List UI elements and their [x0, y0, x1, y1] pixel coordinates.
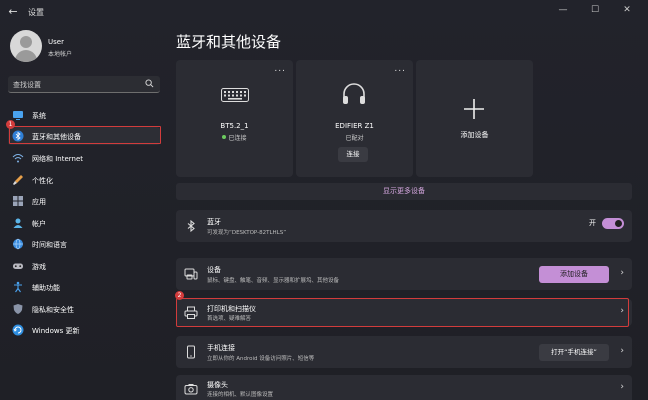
devices-icon: [184, 268, 198, 280]
account-icon: [13, 218, 23, 228]
page-title: 蓝牙和其他设备: [176, 33, 282, 51]
device-name: BT5.2_1: [220, 122, 249, 130]
device-card[interactable]: ... BT5.2_1 已连接: [176, 60, 293, 177]
sidebar-item-accounts[interactable]: 帐户: [8, 214, 160, 232]
camera-icon: [184, 384, 198, 395]
sidebar-item-personalization[interactable]: 个性化: [8, 171, 160, 189]
bluetooth-subtitle: 可发现为“DESKTOP-82TLHLS”: [207, 230, 287, 236]
show-more-devices-button[interactable]: 显示更多设备: [176, 183, 632, 200]
device-status-text: 已连接: [228, 135, 247, 142]
sidebar-item-system[interactable]: 系统: [8, 106, 160, 124]
plus-icon: [464, 99, 484, 119]
sidebar-item-label: 网络和 Internet: [32, 155, 84, 163]
camera-subtitle: 连接的相机、默认图像设置: [207, 392, 274, 398]
sidebar-item-windows-update[interactable]: Windows 更新: [8, 321, 160, 339]
maximize-button[interactable]: ☐: [580, 2, 610, 18]
sidebar-item-label: 个性化: [32, 177, 53, 185]
bluetooth-row: 蓝牙 可发现为“DESKTOP-82TLHLS” 开: [176, 210, 632, 242]
devices-title: 设备: [207, 266, 221, 274]
app-title: 设置: [28, 8, 44, 17]
bluetooth-toggle[interactable]: [602, 218, 624, 229]
camera-title: 摄像头: [207, 381, 228, 389]
sidebar-item-network[interactable]: 网络和 Internet: [8, 149, 160, 167]
device-name: EDIFIER Z1: [335, 122, 374, 130]
sidebar-item-label: 时间和语言: [32, 241, 67, 249]
sidebar-item-accessibility[interactable]: 辅助功能: [8, 278, 160, 296]
wifi-icon: [12, 154, 24, 163]
open-phone-link-button[interactable]: 打开“手机连接”: [539, 344, 609, 361]
avatar-body: [15, 50, 37, 62]
chevron-right-icon: ›: [620, 268, 624, 278]
connected-dot-icon: [222, 135, 227, 139]
sidebar-item-label: 隐私和安全性: [32, 306, 74, 314]
user-name: User: [48, 38, 64, 46]
sidebar-item-time-language[interactable]: 时间和语言: [8, 235, 160, 253]
more-options-button[interactable]: ...: [394, 64, 406, 74]
search-input[interactable]: 查找设置: [8, 76, 160, 93]
devices-row[interactable]: 设备 鼠标、键盘、触笔、音频、显示器和扩展坞、其他设备 添加设备 ›: [176, 258, 632, 290]
avatar[interactable]: [10, 30, 42, 62]
keyboard-icon: [221, 88, 249, 102]
devices-subtitle: 鼠标、键盘、触笔、音频、显示器和扩展坞、其他设备: [207, 278, 340, 284]
minimize-button[interactable]: —: [548, 2, 578, 18]
sidebar-item-label: 系统: [32, 112, 46, 120]
avatar-head: [20, 36, 32, 48]
update-icon: [12, 324, 24, 336]
close-button[interactable]: ✕: [612, 2, 642, 18]
chevron-right-icon: ›: [620, 346, 624, 356]
search-placeholder: 查找设置: [13, 81, 41, 89]
device-status: 已配对: [345, 135, 364, 142]
search-icon: [145, 79, 154, 88]
shield-icon: [13, 304, 23, 314]
toggle-knob: [615, 220, 622, 227]
device-card[interactable]: ... EDIFIER Z1 已配对 连接: [296, 60, 413, 177]
bluetooth-icon: [187, 219, 195, 233]
sidebar-item-label: 帐户: [32, 220, 46, 228]
annotation-box-printers: [176, 298, 629, 327]
sidebar-item-gaming[interactable]: 游戏: [8, 257, 160, 275]
connect-button[interactable]: 连接: [338, 147, 368, 162]
sidebar-item-apps[interactable]: 应用: [8, 192, 160, 210]
headset-icon: [343, 83, 365, 104]
camera-row[interactable]: 摄像头 连接的相机、默认图像设置 ›: [176, 375, 632, 400]
globe-icon: [13, 238, 23, 250]
add-device-card[interactable]: 添加设备: [416, 60, 533, 177]
gamepad-icon: [13, 263, 23, 269]
bluetooth-title: 蓝牙: [207, 218, 221, 226]
sidebar-item-label: 应用: [32, 198, 46, 206]
user-account-type: 本地帐户: [48, 51, 73, 58]
more-options-button[interactable]: ...: [274, 64, 286, 74]
phone-link-row[interactable]: 手机连接 立即从你的 Android 设备访问照片、短信等 打开“手机连接” ›: [176, 336, 632, 368]
back-button[interactable]: ←: [6, 5, 20, 19]
device-status: 已连接: [176, 133, 293, 142]
add-device-label: 添加设备: [460, 131, 489, 139]
sidebar-item-privacy[interactable]: 隐私和安全性: [8, 300, 160, 318]
sidebar-item-label: 辅助功能: [32, 284, 60, 292]
phone-link-subtitle: 立即从你的 Android 设备访问照片、短信等: [207, 356, 315, 362]
sidebar-item-label: 游戏: [32, 263, 46, 271]
settings-window: ← 设置 — ☐ ✕ User 本地帐户 查找设置 系统 蓝牙和其他设备 网络和…: [0, 0, 648, 400]
phone-link-title: 手机连接: [207, 344, 235, 352]
bluetooth-toggle-label: 开: [589, 219, 596, 227]
chevron-right-icon: ›: [620, 382, 624, 392]
title-bar: ← 设置 — ☐ ✕: [0, 0, 648, 26]
monitor-icon: [13, 111, 23, 120]
phone-icon: [187, 345, 195, 359]
annotation-badge-1: 1: [6, 120, 15, 129]
sidebar-item-label: Windows 更新: [32, 327, 80, 335]
brush-icon: [13, 175, 23, 185]
annotation-badge-2: 2: [175, 291, 184, 300]
apps-icon: [13, 196, 23, 206]
add-device-button[interactable]: 添加设备: [539, 266, 609, 283]
annotation-box-sidebar: [9, 126, 161, 144]
accessibility-icon: [14, 281, 22, 293]
